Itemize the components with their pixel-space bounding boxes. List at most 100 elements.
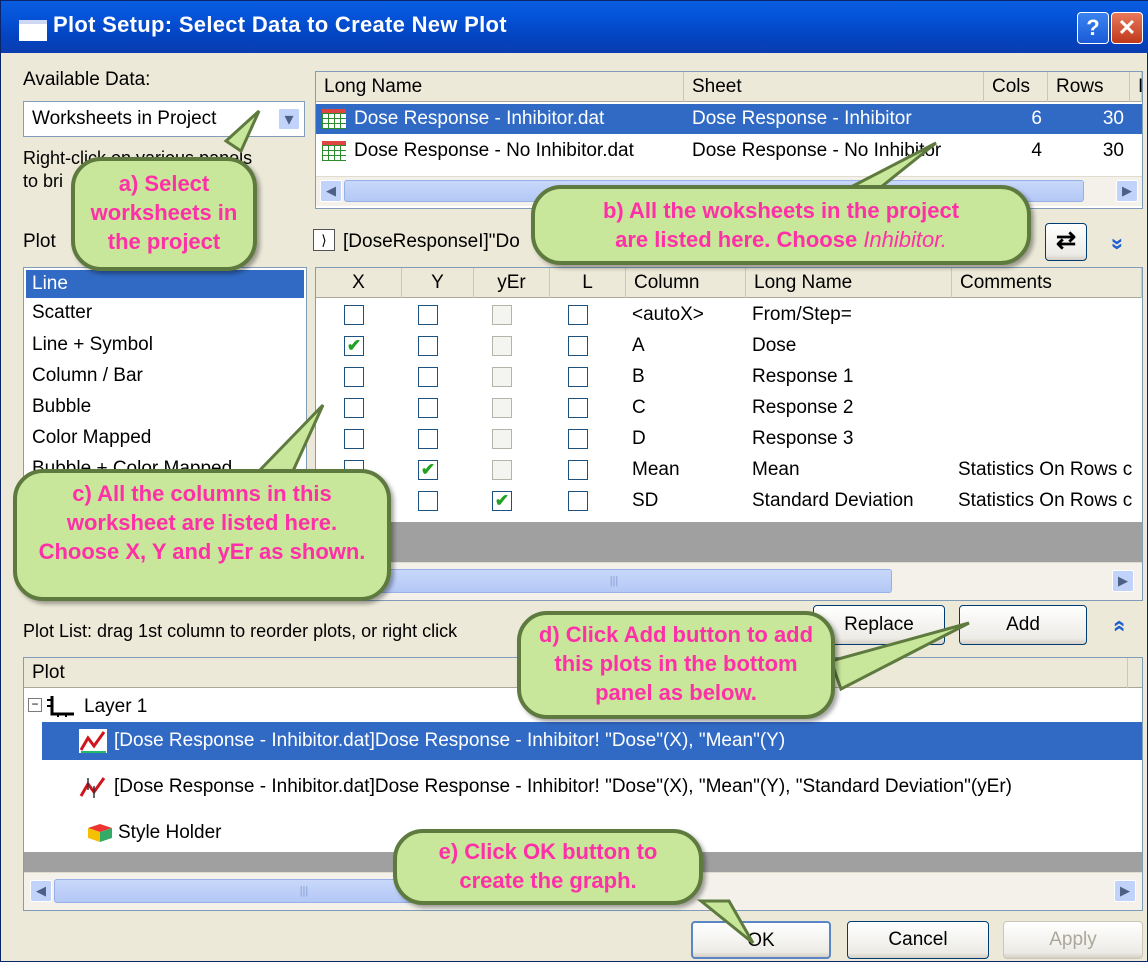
- checkbox-y[interactable]: ✔: [418, 460, 438, 480]
- column-name: SD: [632, 490, 659, 511]
- checkbox-l[interactable]: [568, 336, 588, 356]
- col-header-rows[interactable]: Rows: [1048, 72, 1130, 102]
- table-row[interactable]: ✔ A Dose: [316, 331, 1142, 362]
- plot-setup-dialog: Plot Setup: Select Data to Create New Pl…: [0, 0, 1148, 962]
- close-icon[interactable]: ✕: [1111, 12, 1143, 44]
- plot-type-label: Plot: [23, 231, 56, 252]
- checkbox-l[interactable]: [568, 305, 588, 325]
- columns-table: X Y yEr L Column Long Name Comments <aut…: [315, 267, 1143, 601]
- checkbox-l[interactable]: [568, 491, 588, 511]
- scroll-right-icon[interactable]: ▶: [1116, 180, 1138, 202]
- checkbox-yer[interactable]: [492, 429, 512, 449]
- table-row[interactable]: ✔ Mean Mean Statistics On Rows c: [316, 455, 1142, 486]
- col-header-comments[interactable]: Comments: [952, 268, 1142, 298]
- col-header-column[interactable]: Column: [626, 268, 746, 298]
- scroll-left-icon[interactable]: ◀: [30, 880, 52, 902]
- col-header-l[interactable]: L: [550, 268, 626, 298]
- worksheets-table-header: Long Name Sheet Cols Rows I: [316, 72, 1143, 102]
- table-row[interactable]: <autoX> From/Step=: [316, 300, 1142, 331]
- table-row[interactable]: Dose Response - Inhibitor.dat Dose Respo…: [316, 104, 1142, 134]
- col-header-long-name[interactable]: Long Name: [746, 268, 952, 298]
- sheet-name: Dose Response - No Inhibitor: [692, 140, 942, 161]
- col-header-i[interactable]: I: [1130, 72, 1143, 102]
- checkbox-x[interactable]: [344, 367, 364, 387]
- add-button[interactable]: Add: [959, 605, 1087, 645]
- table-row[interactable]: C Response 2: [316, 393, 1142, 424]
- table-row[interactable]: D Response 3: [316, 424, 1142, 455]
- list-item[interactable]: Column / Bar: [32, 365, 143, 387]
- callout-a: a) Select worksheets in the project: [71, 157, 257, 271]
- sheet-long-name: Dose Response - No Inhibitor.dat: [354, 140, 634, 161]
- list-item[interactable]: Color Mapped: [32, 427, 151, 449]
- checkbox-yer[interactable]: [492, 305, 512, 325]
- horizontal-scrollbar[interactable]: ||| ▶: [316, 562, 1142, 600]
- available-data-label: Available Data:: [23, 69, 151, 90]
- collapse-icon[interactable]: −: [28, 698, 42, 712]
- checkbox-y[interactable]: [418, 429, 438, 449]
- apply-button[interactable]: Apply: [1003, 921, 1143, 959]
- column-name: C: [632, 397, 646, 418]
- callout-c: c) All the columns in this worksheet are…: [13, 469, 391, 601]
- column-long-name: Response 3: [752, 428, 854, 449]
- sheet-cols: 4: [1031, 140, 1042, 161]
- window-title: Plot Setup: Select Data to Create New Pl…: [53, 12, 507, 37]
- checkbox-y[interactable]: [418, 398, 438, 418]
- available-data-select[interactable]: Worksheets in Project ▾: [23, 101, 305, 137]
- layer-label[interactable]: Layer 1: [84, 696, 147, 718]
- cancel-button[interactable]: Cancel: [847, 921, 989, 959]
- checkbox-x[interactable]: ✔: [344, 336, 364, 356]
- checkbox-l[interactable]: [568, 429, 588, 449]
- plot-list-label: Plot List: drag 1st column to reorder pl…: [23, 621, 458, 641]
- checkbox-yer[interactable]: [492, 460, 512, 480]
- col-header-long-name[interactable]: Long Name: [316, 72, 684, 102]
- table-row[interactable]: ✔ SD Standard Deviation Statistics On Rows …: [316, 486, 1142, 517]
- checkbox-yer[interactable]: [492, 336, 512, 356]
- col-header-x[interactable]: X: [316, 268, 402, 298]
- table-row[interactable]: Dose Response - No Inhibitor.dat Dose Re…: [316, 136, 1142, 166]
- column-comments: Statistics On Rows c: [958, 490, 1133, 511]
- plot-item-label: [Dose Response - Inhibitor.dat]Dose Resp…: [114, 730, 786, 751]
- sheet-rows: 30: [1102, 140, 1124, 161]
- checkbox-yer[interactable]: [492, 367, 512, 387]
- checkbox-x[interactable]: [344, 429, 364, 449]
- list-item[interactable]: Scatter: [32, 302, 92, 324]
- col-header-sheet[interactable]: Sheet: [684, 72, 984, 102]
- checkbox-y[interactable]: [418, 336, 438, 356]
- list-item[interactable]: Line + Symbol: [32, 334, 153, 356]
- scroll-right-icon[interactable]: ▶: [1112, 570, 1134, 592]
- ok-button[interactable]: OK: [691, 921, 831, 959]
- col-header-yer[interactable]: yEr: [474, 268, 550, 298]
- checkbox-l[interactable]: [568, 398, 588, 418]
- checkbox-l[interactable]: [568, 367, 588, 387]
- expand-icon[interactable]: ⟩: [313, 229, 335, 251]
- checkbox-y[interactable]: [418, 305, 438, 325]
- checkbox-yer[interactable]: [492, 398, 512, 418]
- list-item[interactable]: Line: [26, 270, 304, 298]
- list-item[interactable]: Bubble: [32, 396, 91, 418]
- title-bar[interactable]: Plot Setup: Select Data to Create New Pl…: [1, 1, 1148, 53]
- checkbox-y[interactable]: [418, 491, 438, 511]
- checkbox-yer[interactable]: ✔: [492, 491, 512, 511]
- table-row[interactable]: B Response 1: [316, 362, 1142, 393]
- scroll-left-icon[interactable]: ◀: [320, 180, 342, 202]
- list-item[interactable]: [Dose Response - Inhibitor.dat]Dose Resp…: [42, 768, 1142, 806]
- chevron-down-icon[interactable]: ▾: [278, 108, 300, 130]
- col-header-cols[interactable]: Cols: [984, 72, 1048, 102]
- column-long-name: Mean: [752, 459, 800, 480]
- checkbox-l[interactable]: [568, 460, 588, 480]
- checkbox-x[interactable]: [344, 305, 364, 325]
- checkbox-y[interactable]: [418, 367, 438, 387]
- sheet-name: Dose Response - Inhibitor: [692, 108, 912, 129]
- sheet-rows: 30: [1102, 108, 1124, 129]
- scroll-right-icon[interactable]: ▶: [1114, 880, 1136, 902]
- callout-b-italic: Inhibitor.: [863, 227, 947, 252]
- col-header-y[interactable]: Y: [402, 268, 474, 298]
- chevrons-down-icon[interactable]: »: [1105, 231, 1131, 257]
- scroll-thumb[interactable]: |||: [336, 569, 892, 593]
- list-item[interactable]: [Dose Response - Inhibitor.dat]Dose Resp…: [42, 722, 1142, 760]
- help-icon[interactable]: ?: [1077, 12, 1109, 44]
- window-icon: [19, 20, 47, 41]
- checkbox-x[interactable]: [344, 398, 364, 418]
- chevrons-up-icon[interactable]: »: [1105, 613, 1131, 639]
- swap-icon[interactable]: ⇄: [1045, 223, 1087, 261]
